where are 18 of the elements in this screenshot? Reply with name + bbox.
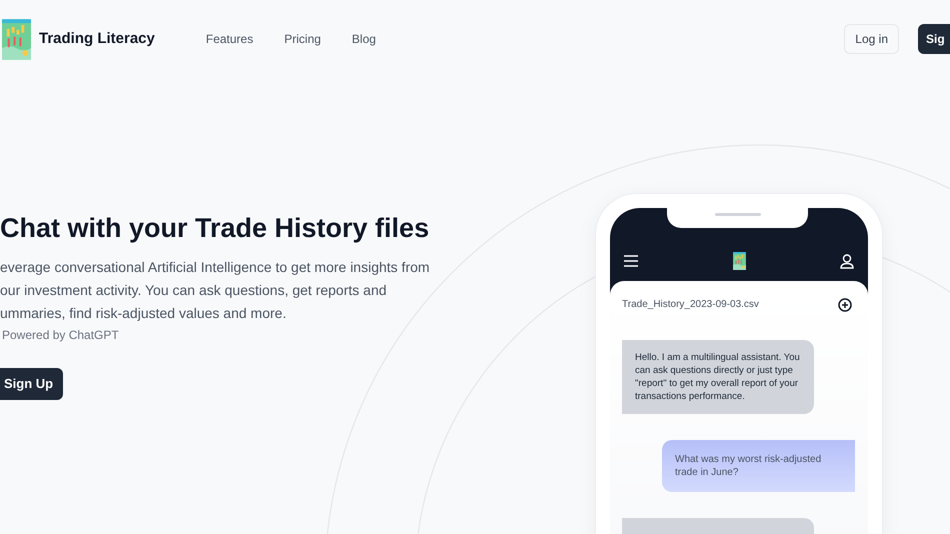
add-circle-icon[interactable] [838,298,852,312]
signup-button[interactable]: Sign Up [0,368,64,400]
menu-icon[interactable] [624,255,638,267]
nav-link[interactable]: Pricing [284,30,321,48]
nav-link[interactable]: Blog [352,30,376,48]
nav-link[interactable]: Features [206,30,254,48]
assistant-message: Hello. I am a multilingual assistant. You can ask questions directly or just type "report" to get my overall report of your transactions performance. [622,340,814,414]
hero-heading: Chat with your Trade History files [0,212,430,244]
brand-name: Trading Literacy [39,28,155,49]
user-icon[interactable] [840,254,854,268]
signup-button[interactable]: Sig [918,24,950,54]
file-name: Trade_History_2023-09-03.csv [622,298,759,312]
hero-description: everage conversational Artificial Intelligence to get more insights from our investment activity. You can ask questions, get reports and ummaries, find risk-adjusted values and more. [0,258,431,323]
chart-book-logo-icon [732,252,746,270]
powered-by-note: Powered by ChatGPT [1,327,120,344]
login-button[interactable]: Log in [844,24,899,54]
user-message: What was my worst risk-adjusted trade in June? [662,440,855,492]
chart-book-logo-icon [2,18,31,60]
